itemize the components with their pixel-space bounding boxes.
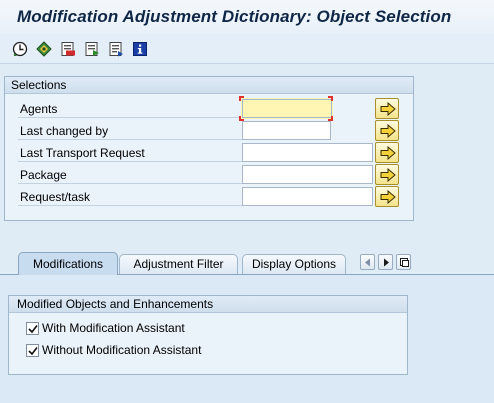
tab-scroll-left-button[interactable] xyxy=(360,254,375,270)
variant-icon[interactable] xyxy=(36,41,52,57)
package-label: Package xyxy=(20,168,67,182)
selection-row-agents: Agents xyxy=(5,96,413,121)
last-changed-by-multiple-selection-button[interactable] xyxy=(375,120,399,141)
tab-list-button[interactable] xyxy=(396,254,411,270)
application-toolbar xyxy=(0,34,494,64)
triangle-right-icon xyxy=(384,258,389,267)
title-bar: Modification Adjustment Dictionary: Obje… xyxy=(0,0,494,34)
selection-row-last-transport-request: Last Transport Request xyxy=(5,142,413,164)
row-divider xyxy=(18,205,244,206)
arrow-right-icon xyxy=(380,102,396,116)
focus-corner xyxy=(328,96,333,101)
delete-icon[interactable] xyxy=(60,41,76,57)
arrow-right-icon xyxy=(380,168,396,182)
modifications-tab-panel: Modified Objects and Enhancements With M… xyxy=(0,274,494,403)
info-icon[interactable] xyxy=(132,41,148,57)
tab-display-options[interactable]: Display Options xyxy=(242,254,346,274)
last-transport-request-multiple-selection-button[interactable] xyxy=(375,142,399,163)
execute-icon[interactable] xyxy=(12,41,28,57)
row-divider xyxy=(18,161,244,162)
package-multiple-selection-button[interactable] xyxy=(375,164,399,185)
last-changed-by-label: Last changed by xyxy=(20,124,109,138)
agents-multiple-selection-button[interactable] xyxy=(375,98,399,119)
last-transport-request-label: Last Transport Request xyxy=(20,146,145,160)
selection-row-package: Package xyxy=(5,164,413,186)
request-task-input[interactable] xyxy=(242,187,373,206)
tab-scroll-right-button[interactable] xyxy=(378,254,393,270)
modified-objects-group-title: Modified Objects and Enhancements xyxy=(9,296,407,313)
tab-list-icon xyxy=(400,258,409,267)
tab-modifications[interactable]: Modifications xyxy=(18,252,118,275)
save-variant-icon[interactable] xyxy=(84,41,100,57)
without-modification-assistant-checkbox[interactable] xyxy=(26,344,39,357)
last-transport-request-input[interactable] xyxy=(242,143,373,162)
tab-adjustment-filter[interactable]: Adjustment Filter xyxy=(119,254,238,274)
selection-row-last-changed-by: Last changed by xyxy=(5,120,413,142)
row-divider xyxy=(18,183,244,184)
request-task-multiple-selection-button[interactable] xyxy=(375,186,399,207)
package-input[interactable] xyxy=(242,165,373,184)
agents-input[interactable] xyxy=(242,99,332,118)
modified-objects-group: Modified Objects and Enhancements With M… xyxy=(8,295,408,375)
agents-label: Agents xyxy=(20,102,58,116)
selection-row-request-task: Request/task xyxy=(5,186,413,208)
sap-screen: Modification Adjustment Dictionary: Obje… xyxy=(0,0,494,403)
request-task-label: Request/task xyxy=(20,190,91,204)
row-divider xyxy=(18,139,244,140)
selections-group: Selections Agents Last changed by Last T… xyxy=(4,76,414,221)
with-modification-assistant-checkbox[interactable] xyxy=(26,322,39,335)
with-modification-assistant-label: With Modification Assistant xyxy=(42,321,185,335)
checkmark-icon xyxy=(28,325,38,334)
screen-title: Modification Adjustment Dictionary: Obje… xyxy=(17,7,452,26)
focus-corner xyxy=(239,96,244,101)
last-changed-by-input[interactable] xyxy=(242,121,331,140)
row-divider xyxy=(18,117,244,118)
tab-strip: Modifications Adjustment Filter Display … xyxy=(0,250,494,275)
without-modification-assistant-label: Without Modification Assistant xyxy=(42,343,202,357)
arrow-right-icon xyxy=(380,146,396,160)
arrow-right-icon xyxy=(380,190,396,204)
selections-group-title: Selections xyxy=(5,77,413,94)
triangle-left-icon xyxy=(365,258,370,267)
documentation-icon[interactable] xyxy=(108,41,124,57)
arrow-right-icon xyxy=(380,124,396,138)
checkmark-icon xyxy=(28,347,38,356)
